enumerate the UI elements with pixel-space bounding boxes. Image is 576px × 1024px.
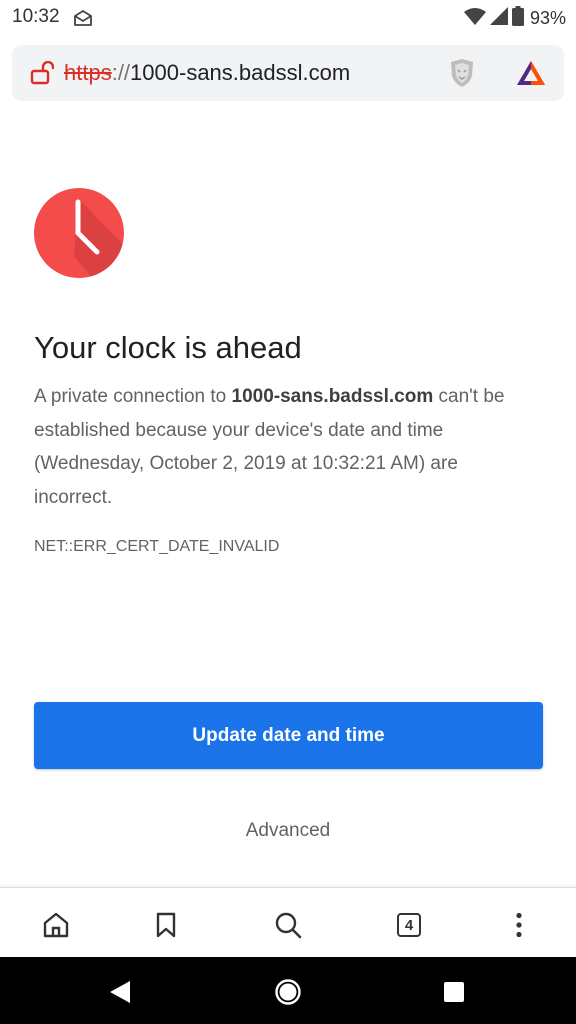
home-icon[interactable]	[36, 905, 76, 945]
error-desc-host: 1000-sans.badssl.com	[231, 386, 434, 407]
wifi-icon	[463, 7, 486, 30]
error-desc-part1: A private connection to	[34, 386, 232, 407]
error-description: A private connection to 1000-sans.badssl…	[34, 380, 540, 514]
search-icon[interactable]	[268, 905, 308, 945]
page-title: Your clock is ahead	[34, 330, 302, 365]
status-bar: 10:32 93%	[0, 0, 576, 36]
message-icon	[72, 8, 94, 33]
status-indicators: 93%	[463, 6, 566, 31]
menu-icon[interactable]	[499, 905, 539, 945]
tabs-icon[interactable]: 4	[389, 905, 429, 945]
system-nav-bar	[0, 957, 576, 1024]
cell-signal-icon	[489, 7, 508, 30]
url-text[interactable]: https://1000-sans.badssl.com	[64, 60, 350, 86]
status-time: 10:32	[12, 6, 60, 27]
bottom-toolbar: 4	[0, 887, 576, 958]
lock-open-icon[interactable]	[30, 60, 55, 90]
advanced-button[interactable]: Advanced	[0, 820, 576, 842]
back-icon[interactable]	[102, 974, 138, 1010]
battery-icon	[511, 6, 524, 31]
clock-icon	[34, 188, 124, 278]
url-host: 1000-sans.badssl.com	[130, 60, 351, 85]
brave-rewards-icon[interactable]	[516, 60, 546, 91]
tab-count: 4	[397, 913, 421, 937]
url-scheme: https	[64, 60, 112, 85]
error-code[interactable]: NET::ERR_CERT_DATE_INVALID	[34, 538, 279, 556]
update-date-time-button[interactable]: Update date and time	[34, 702, 543, 769]
brave-shield-icon[interactable]	[448, 58, 476, 93]
home-circle-icon[interactable]	[270, 974, 306, 1010]
battery-level: 93%	[529, 8, 566, 28]
bookmark-icon[interactable]	[146, 905, 186, 945]
url-separator: ://	[111, 60, 131, 85]
recents-icon[interactable]	[436, 974, 472, 1010]
url-bar[interactable]: https://1000-sans.badssl.com	[12, 45, 564, 101]
